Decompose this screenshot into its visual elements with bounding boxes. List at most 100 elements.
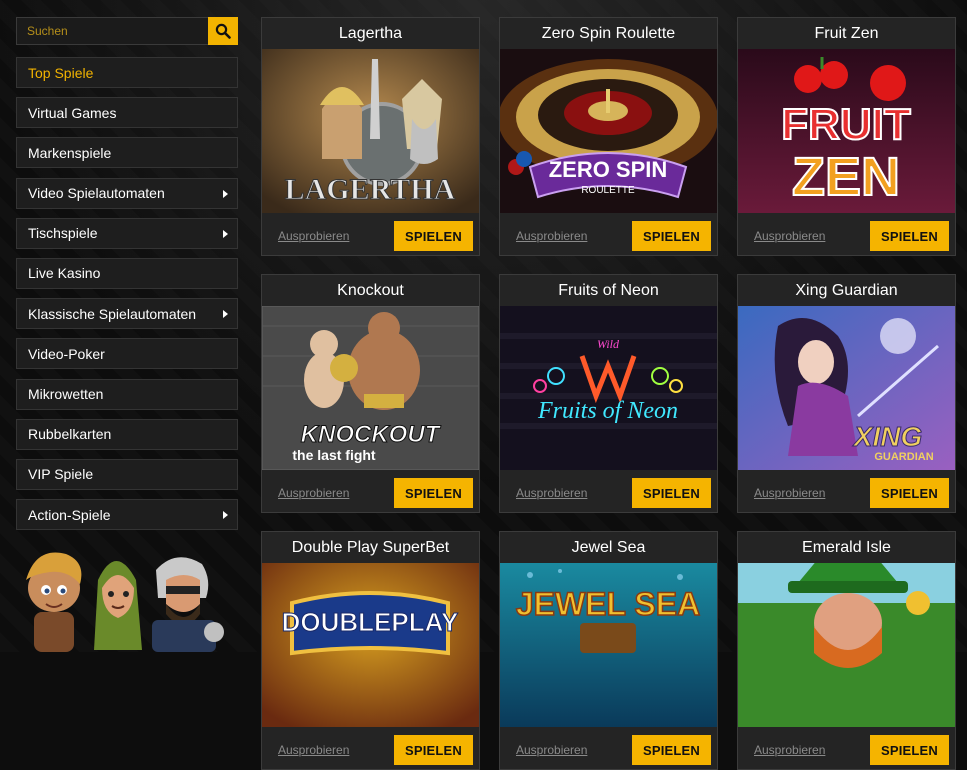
card-actions: Ausprobieren SPIELEN: [500, 727, 717, 769]
game-thumbnail[interactable]: JEWEL SEA: [500, 563, 717, 727]
game-card-lagertha: Lagertha LAGERTHA Ausprobieren SPIELEN: [261, 17, 480, 256]
menu-item-rubbelkarten[interactable]: Rubbelkarten: [16, 418, 238, 450]
chevron-right-icon: [223, 189, 228, 198]
game-card-jewel-sea: Jewel Sea JEWEL SEA Ausprobieren SPIELEN: [499, 531, 718, 770]
menu-item-video-spielautomaten[interactable]: Video Spielautomaten: [16, 177, 238, 209]
game-art-subtitle: ROULETTE: [581, 185, 635, 196]
game-thumbnail[interactable]: Wild Fruits of Neon: [500, 306, 717, 470]
game-thumbnail[interactable]: XING GUARDIAN: [738, 306, 955, 470]
game-art-wild: Wild: [597, 337, 620, 351]
game-thumbnail[interactable]: FRUIT ZEN: [738, 49, 955, 213]
menu-item-label: Video Spielautomaten: [28, 185, 165, 202]
try-demo-link[interactable]: Ausprobieren: [516, 743, 587, 757]
card-actions: Ausprobieren SPIELEN: [738, 213, 955, 255]
search-box: [16, 17, 238, 45]
game-card-double-play-superbet: Double Play SuperBet DOUBLEPLAY Ausprobi…: [261, 531, 480, 770]
card-actions: Ausprobieren SPIELEN: [500, 470, 717, 512]
menu-item-label: VIP Spiele: [28, 466, 94, 483]
chevron-right-icon: [223, 511, 228, 520]
chevron-right-icon: [223, 310, 228, 319]
menu-item-label: Rubbelkarten: [28, 426, 112, 443]
game-card-fruits-of-neon: Fruits of Neon Wild Fruits of Neon Auspr…: [499, 274, 718, 513]
try-demo-link[interactable]: Ausprobieren: [278, 486, 349, 500]
game-card-emerald-isle: Emerald Isle Ausprobieren SPIELEN: [737, 531, 956, 770]
game-title: Zero Spin Roulette: [541, 25, 676, 42]
try-demo-link[interactable]: Ausprobieren: [278, 743, 349, 757]
game-thumbnail[interactable]: LAGERTHA: [262, 49, 479, 213]
card-actions: Ausprobieren SPIELEN: [738, 470, 955, 512]
menu-item-label: Klassische Spielautomaten: [28, 305, 197, 322]
play-button[interactable]: SPIELEN: [632, 221, 711, 251]
game-art-logo: JEWEL SEA: [516, 586, 700, 622]
play-button[interactable]: SPIELEN: [632, 735, 711, 765]
game-title: Jewel Sea: [571, 539, 646, 556]
card-actions: Ausprobieren SPIELEN: [738, 727, 955, 769]
menu-item-label: Virtual Games: [28, 104, 117, 121]
try-demo-link[interactable]: Ausprobieren: [754, 229, 825, 243]
menu-item-markenspiele[interactable]: Markenspiele: [16, 137, 238, 169]
game-card-zero-spin-roulette: Zero Spin Roulette ZERO SPIN ROULETTE Au…: [499, 17, 718, 256]
game-thumbnail[interactable]: ZERO SPIN ROULETTE: [500, 49, 717, 213]
play-button[interactable]: SPIELEN: [870, 221, 949, 251]
game-title: Double Play SuperBet: [291, 539, 450, 556]
menu-item-mikrowetten[interactable]: Mikrowetten: [16, 378, 238, 410]
search-input[interactable]: [17, 18, 209, 44]
menu-item-label: Video-Poker: [28, 345, 105, 362]
game-art-subtitle: ZEN: [792, 147, 900, 207]
game-title: Knockout: [337, 282, 404, 299]
game-art-logo: Fruits of Neon: [537, 398, 678, 424]
game-title: Fruits of Neon: [558, 282, 659, 299]
menu-item-label: Live Kasino: [28, 265, 101, 282]
play-button[interactable]: SPIELEN: [632, 478, 711, 508]
game-art-logo: XING: [852, 421, 922, 452]
menu-item-label: Top Spiele: [28, 64, 94, 81]
game-art-logo: KNOCKOUT: [301, 421, 442, 448]
game-title: Emerald Isle: [802, 539, 891, 556]
try-demo-link[interactable]: Ausprobieren: [754, 743, 825, 757]
menu-item-label: Markenspiele: [28, 144, 112, 161]
card-actions: Ausprobieren SPIELEN: [262, 727, 479, 769]
search-button[interactable]: [208, 17, 238, 45]
menu-item-live-kasino[interactable]: Live Kasino: [16, 257, 238, 289]
play-button[interactable]: SPIELEN: [394, 735, 473, 765]
menu-item-label: Action-Spiele: [28, 506, 111, 523]
card-actions: Ausprobieren SPIELEN: [500, 213, 717, 255]
game-title: Lagertha: [338, 25, 403, 42]
card-actions: Ausprobieren SPIELEN: [262, 470, 479, 512]
menu-item-tischspiele[interactable]: Tischspiele: [16, 217, 238, 249]
try-demo-link[interactable]: Ausprobieren: [516, 229, 587, 243]
menu-item-action-spiele[interactable]: Action-Spiele: [16, 499, 238, 531]
menu-item-vip-spiele[interactable]: VIP Spiele: [16, 458, 238, 490]
game-title: Xing Guardian: [795, 282, 898, 299]
game-card-knockout: Knockout KNOCKOUT the last fight Ausprob…: [261, 274, 480, 513]
game-thumbnail[interactable]: DOUBLEPLAY: [262, 563, 479, 727]
try-demo-link[interactable]: Ausprobieren: [516, 486, 587, 500]
game-art-subtitle: the last fight: [292, 447, 376, 463]
game-thumbnail[interactable]: [738, 563, 955, 727]
menu-item-top-spiele[interactable]: Top Spiele: [16, 57, 238, 88]
chevron-right-icon: [223, 229, 228, 238]
mascot-characters-image: [26, 552, 224, 652]
game-thumbnail[interactable]: KNOCKOUT the last fight: [262, 306, 479, 470]
play-button[interactable]: SPIELEN: [870, 478, 949, 508]
try-demo-link[interactable]: Ausprobieren: [754, 486, 825, 500]
play-button[interactable]: SPIELEN: [870, 735, 949, 765]
game-art-logo: FRUIT: [781, 100, 911, 149]
menu-item-virtual-games[interactable]: Virtual Games: [16, 97, 238, 129]
game-art-logo: DOUBLEPLAY: [282, 607, 459, 637]
menu-item-label: Tischspiele: [28, 225, 98, 242]
game-card-fruit-zen: Fruit Zen FRUIT ZEN Ausprobieren SPIELEN: [737, 17, 956, 256]
card-actions: Ausprobieren SPIELEN: [262, 213, 479, 255]
game-art-subtitle: GUARDIAN: [874, 451, 933, 463]
menu-item-label: Mikrowetten: [28, 386, 104, 402]
game-art-logo: LAGERTHA: [285, 173, 456, 206]
try-demo-link[interactable]: Ausprobieren: [278, 229, 349, 243]
play-button[interactable]: SPIELEN: [394, 478, 473, 508]
menu-item-klassische-spielautomaten[interactable]: Klassische Spielautomaten: [16, 298, 238, 330]
sidebar: Top Spiele Virtual Games Markenspiele Vi…: [16, 17, 238, 539]
category-menu: Top Spiele Virtual Games Markenspiele Vi…: [16, 57, 238, 531]
menu-item-video-poker[interactable]: Video-Poker: [16, 338, 238, 370]
game-card-xing-guardian: Xing Guardian XING GUARDIAN Ausprobieren…: [737, 274, 956, 513]
play-button[interactable]: SPIELEN: [394, 221, 473, 251]
search-icon: [215, 23, 231, 39]
